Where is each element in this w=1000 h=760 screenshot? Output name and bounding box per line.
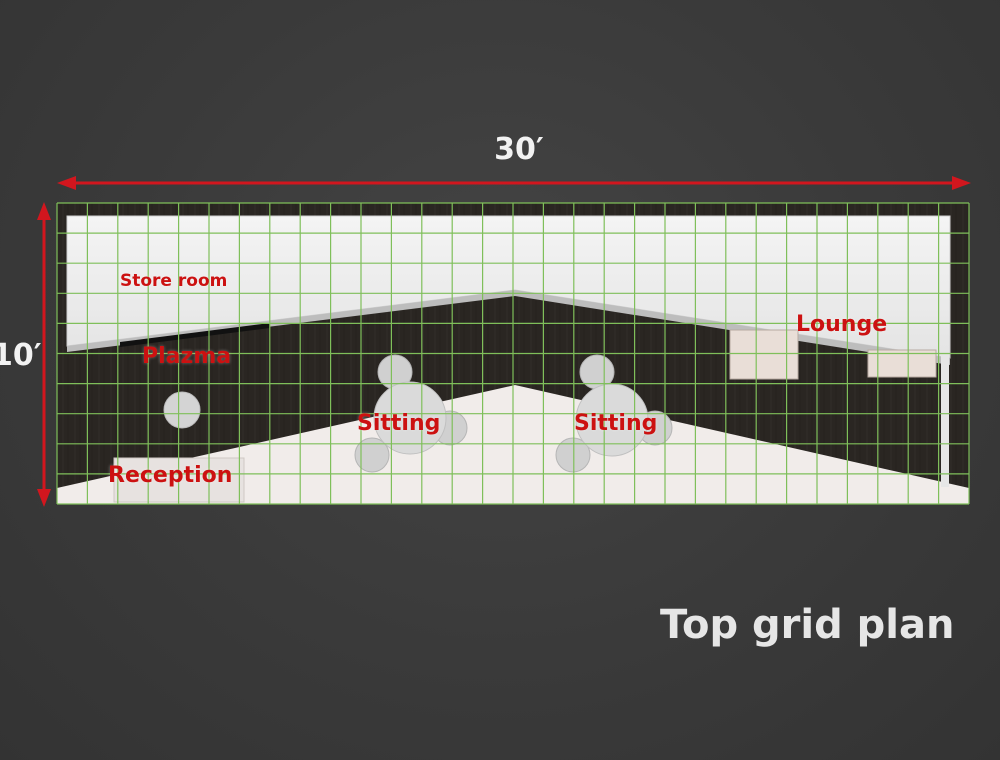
- round-table: [163, 391, 201, 429]
- store-room-label: Store room: [120, 271, 228, 291]
- lounge-label: Lounge: [796, 312, 888, 337]
- plazma-label: Plazma: [142, 344, 232, 369]
- height-dimension-arrow: [37, 202, 51, 507]
- sitting-label-right: Sitting: [574, 411, 658, 436]
- floor-plan-stage: 30′ 10′ Store room Plazma Reception Sitt…: [0, 0, 1000, 760]
- width-dimension-arrow: [57, 176, 971, 190]
- plan-title: Top grid plan: [660, 602, 955, 648]
- lounge-sofa: [729, 329, 799, 380]
- sitting-label-left: Sitting: [357, 411, 441, 436]
- reception-label: Reception: [108, 463, 233, 488]
- support-post: [941, 355, 949, 487]
